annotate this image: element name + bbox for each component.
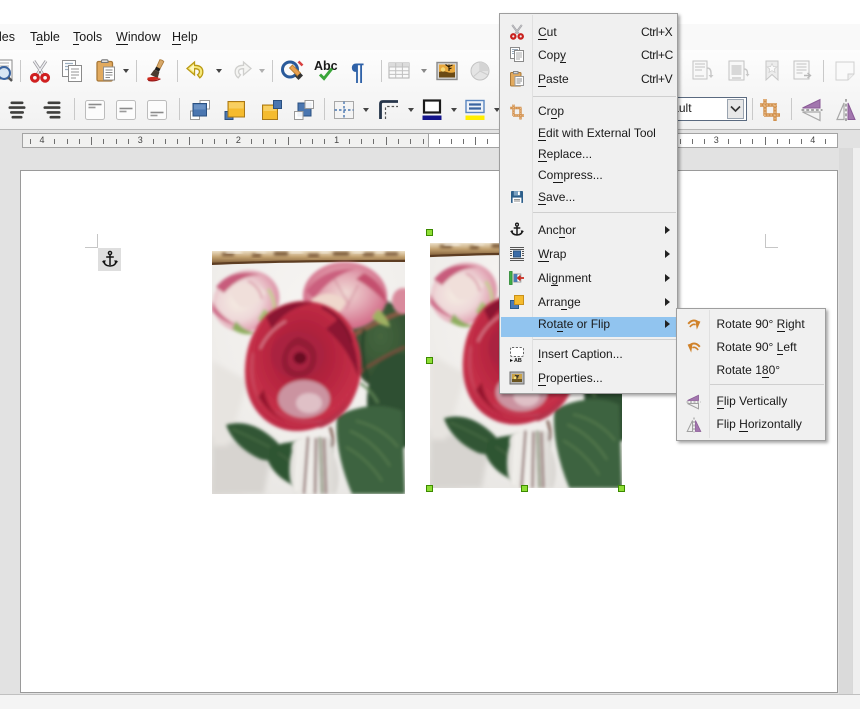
svg-text:Abc: Abc xyxy=(314,59,338,73)
svg-text:¶: ¶ xyxy=(351,59,364,83)
svg-text:AB: AB xyxy=(514,358,522,362)
